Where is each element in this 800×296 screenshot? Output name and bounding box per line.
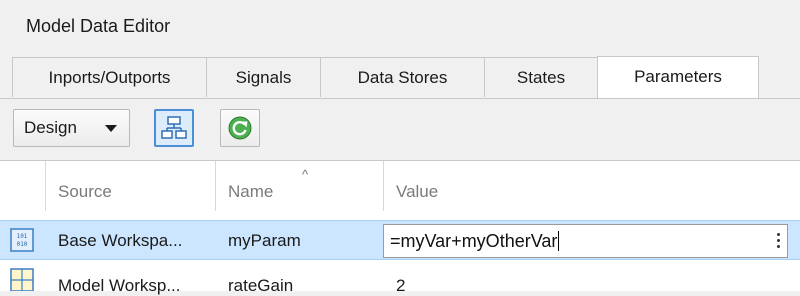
header-icon-column	[0, 161, 46, 211]
text-cursor	[558, 231, 560, 251]
table-header: Source Name ^ Value	[0, 161, 800, 211]
source-cell: Model Worksp...	[58, 276, 181, 295]
value-edit-text: =myVar+myOtherVar	[390, 231, 558, 251]
table-row[interactable]: 101 010 Base Workspa... myParam =myVar+m…	[0, 220, 800, 260]
tab-strip: Inports/Outports Signals Data Stores Sta…	[0, 56, 800, 99]
svg-text:101: 101	[17, 233, 28, 240]
view-mode-dropdown[interactable]: Design	[13, 109, 130, 147]
parameters-table: Source Name ^ Value 101 010 Base Workspa…	[0, 160, 800, 295]
more-options-icon[interactable]	[777, 230, 781, 251]
header-name[interactable]: Name	[216, 161, 384, 211]
header-source[interactable]: Source	[46, 161, 216, 211]
title-bar: Model Data Editor	[0, 0, 800, 56]
name-cell[interactable]: rateGain	[216, 266, 384, 296]
toolbar: Design	[0, 99, 800, 159]
hierarchy-icon	[161, 116, 187, 139]
tab-inports-outports[interactable]: Inports/Outports	[12, 57, 207, 97]
name-cell[interactable]: myParam	[216, 221, 384, 259]
refresh-icon	[228, 116, 252, 140]
refresh-button[interactable]	[220, 109, 260, 147]
sort-ascending-icon: ^	[302, 167, 309, 182]
window-title: Model Data Editor	[26, 16, 171, 36]
value-edit-field[interactable]: =myVar+myOtherVar	[383, 224, 788, 258]
view-mode-value: Design	[24, 118, 77, 137]
source-cell: Base Workspa...	[58, 231, 183, 250]
header-value[interactable]: Value	[384, 161, 800, 211]
chevron-down-icon	[105, 125, 117, 132]
value-cell[interactable]: 2	[384, 266, 800, 296]
model-workspace-icon	[8, 261, 46, 291]
tab-signals[interactable]: Signals	[206, 57, 321, 97]
table-row[interactable]: Model Worksp... rateGain 2	[0, 261, 800, 295]
tab-data-stores[interactable]: Data Stores	[320, 57, 485, 97]
svg-text:010: 010	[17, 241, 28, 248]
tab-parameters[interactable]: Parameters	[597, 56, 759, 98]
tab-states[interactable]: States	[484, 57, 598, 97]
change-scope-button[interactable]	[154, 109, 194, 147]
base-workspace-icon: 101 010	[8, 221, 46, 259]
